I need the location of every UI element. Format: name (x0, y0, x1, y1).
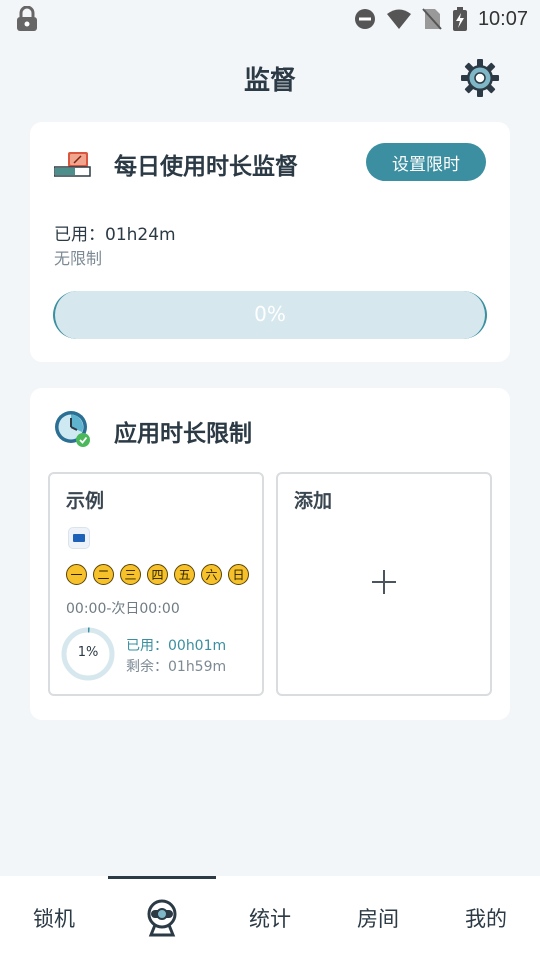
limit-status-text: 无限制 (54, 249, 103, 268)
bottom-navigation: 锁机 统计 房间 我的 (0, 876, 540, 960)
battery-charging-icon (452, 7, 467, 31)
page-title: 监督 (243, 66, 296, 96)
plus-icon[interactable] (372, 570, 396, 594)
app-remaining-text: 剩余：01h59m (126, 659, 227, 675)
daily-usage-progress-bar: 0% (53, 291, 487, 339)
nav-item-lock[interactable]: 锁机 (0, 876, 108, 960)
app-limit-title: 应用时长限制 (114, 421, 252, 447)
nav-item-supervise[interactable] (108, 876, 216, 960)
wifi-icon (386, 9, 411, 29)
time-limit-icon (54, 152, 91, 177)
weekday-badge: 三 (120, 564, 141, 585)
supervise-camera-icon (147, 899, 177, 937)
set-limit-button[interactable]: 设置限时 (366, 143, 486, 181)
progress-label: 0% (254, 302, 286, 326)
used-time-text: 已用：01h24m (54, 225, 176, 245)
add-limit-card[interactable]: 添加 (276, 472, 492, 696)
weekday-badge: 二 (93, 564, 114, 585)
weekday-badge: 日 (228, 564, 249, 585)
no-sim-icon (422, 8, 442, 30)
weekday-list: 一 二 三 四 五 六 日 (66, 564, 249, 585)
add-title: 添加 (294, 490, 333, 512)
app-used-text: 已用：00h01m (126, 638, 227, 654)
app-limit-card: 应用时长限制 示例 一 二 三 四 五 六 日 00:00-次日00:00 1%… (30, 388, 510, 720)
app-icon (69, 528, 89, 548)
nav-item-room[interactable]: 房间 (324, 876, 432, 960)
weekday-badge: 六 (201, 564, 222, 585)
app-timer-icon (55, 411, 90, 447)
status-bar: 10:07 (0, 0, 540, 38)
lock-icon (17, 6, 37, 31)
example-limit-card[interactable]: 示例 一 二 三 四 五 六 日 00:00-次日00:00 1% 已用：00h… (48, 472, 264, 696)
usage-ring: 1% (60, 626, 116, 682)
app-header: 监督 (0, 48, 540, 108)
status-time: 10:07 (477, 7, 528, 30)
usage-ring-percent: 1% (77, 645, 99, 660)
status-icons: 10:07 (354, 5, 528, 33)
nav-item-stats[interactable]: 统计 (216, 876, 324, 960)
weekday-badge: 五 (174, 564, 195, 585)
settings-gear-icon[interactable] (460, 58, 500, 98)
daily-usage-title: 每日使用时长监督 (114, 154, 298, 180)
example-title: 示例 (66, 490, 105, 512)
weekday-badge: 一 (66, 564, 87, 585)
do-not-disturb-icon (354, 9, 375, 29)
daily-usage-card: 每日使用时长监督 设置限时 已用：01h24m 无限制 0% (30, 122, 510, 362)
nav-item-me[interactable]: 我的 (432, 876, 540, 960)
time-range-text: 00:00-次日00:00 (66, 601, 180, 617)
weekday-badge: 四 (147, 564, 168, 585)
